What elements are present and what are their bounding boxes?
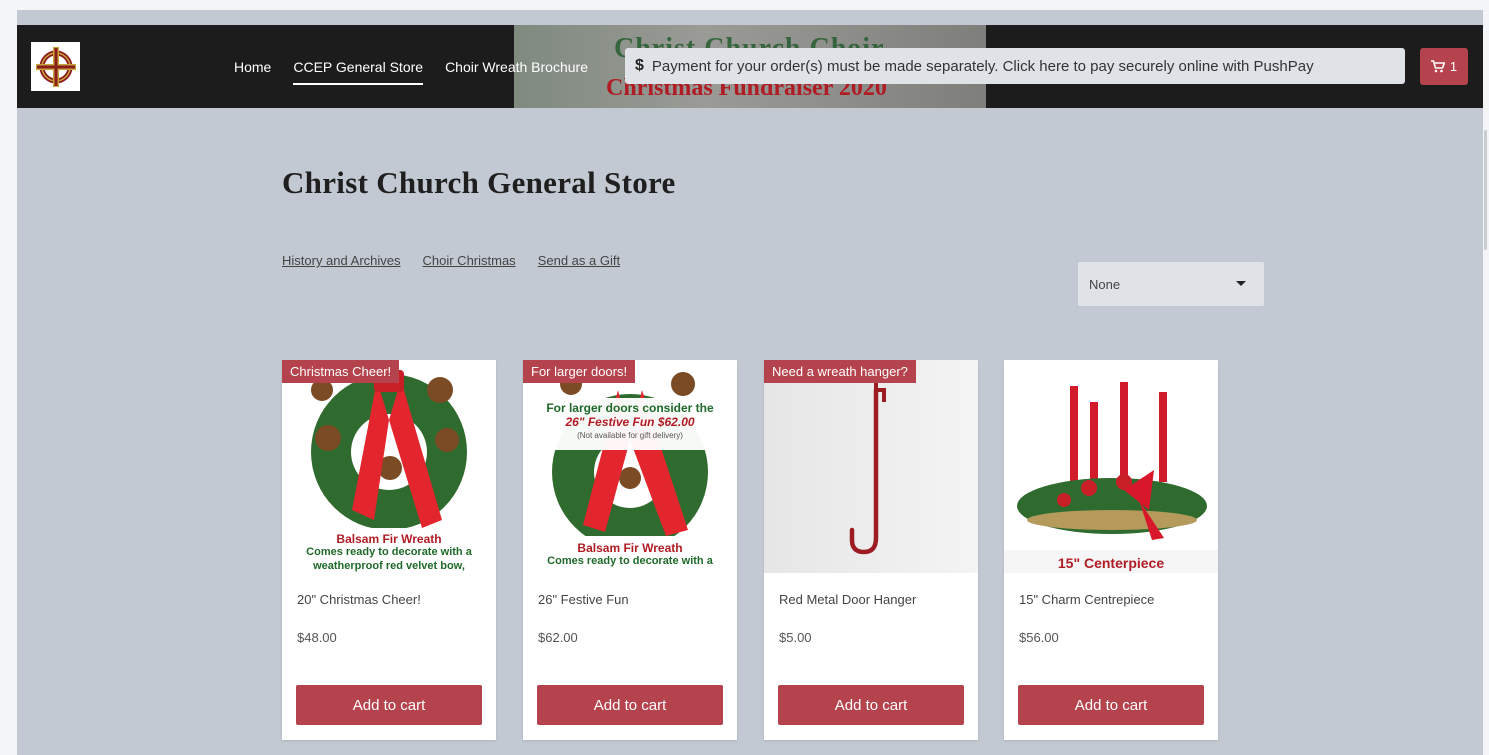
product-name[interactable]: 20" Christmas Cheer! xyxy=(297,592,421,607)
product-image-wreath[interactable]: Balsam Fir Wreath Comes ready to decorat… xyxy=(282,360,496,573)
image-caption-line: Comes ready to decorate with a xyxy=(306,546,472,558)
product-card[interactable]: 15" Centerpiece 15" Charm Centrepiece $5… xyxy=(1004,360,1218,740)
payment-notice-text: Payment for your order(s) must be made s… xyxy=(651,57,1314,75)
product-name[interactable]: 15" Charm Centrepiece xyxy=(1019,592,1154,607)
add-to-cart-button[interactable]: Add to cart xyxy=(778,685,964,725)
page-frame: Christ Church Choir Christmas Fundraiser… xyxy=(17,10,1483,755)
product-price: $62.00 xyxy=(538,630,578,645)
add-to-cart-button[interactable]: Add to cart xyxy=(1018,685,1204,725)
product-card[interactable]: Need a wreath hanger? Red Metal Door Han… xyxy=(764,360,978,740)
nav-general-store[interactable]: CCEP General Store xyxy=(293,55,423,85)
chevron-down-icon xyxy=(1236,281,1246,286)
category-links: History and Archives Choir Christmas Sen… xyxy=(282,253,620,268)
image-caption-line: Comes ready to decorate with a xyxy=(547,555,713,567)
scrollbar[interactable] xyxy=(1484,130,1487,250)
image-note-price: 26" Festive Fun $62.00 xyxy=(565,415,695,429)
add-to-cart-button[interactable]: Add to cart xyxy=(296,685,482,725)
dollar-icon: $ xyxy=(635,57,644,74)
top-border xyxy=(0,0,1489,10)
product-image-hanger[interactable] xyxy=(764,360,978,573)
sort-select[interactable]: None xyxy=(1078,262,1264,306)
image-caption-title: 15" Centerpiece xyxy=(1057,555,1165,571)
cart-button[interactable]: 1 xyxy=(1420,48,1468,85)
image-note-line: For larger doors consider the xyxy=(546,401,714,415)
main-nav: Home CCEP General Store Choir Wreath Bro… xyxy=(234,25,588,108)
payment-notice-button[interactable]: $ Payment for your order(s) must be made… xyxy=(625,48,1405,84)
category-send-as-gift[interactable]: Send as a Gift xyxy=(538,253,620,268)
product-image-wreath-large[interactable]: For larger doors consider the 26" Festiv… xyxy=(523,360,737,573)
sort-select-value: None xyxy=(1089,276,1121,292)
cart-icon xyxy=(1430,60,1445,73)
image-caption-title: Balsam Fir Wreath xyxy=(577,541,683,555)
product-price: $5.00 xyxy=(779,630,812,645)
nav-home[interactable]: Home xyxy=(234,55,271,79)
image-caption-line: weatherproof red velvet bow, xyxy=(313,560,465,572)
add-to-cart-button[interactable]: Add to cart xyxy=(537,685,723,725)
product-badge: Need a wreath hanger? xyxy=(764,360,916,383)
site-logo[interactable] xyxy=(31,42,80,91)
image-caption-title: Balsam Fir Wreath xyxy=(336,532,442,546)
category-history-archives[interactable]: History and Archives xyxy=(282,253,401,268)
door-hanger-image xyxy=(764,360,978,573)
product-name[interactable]: Red Metal Door Hanger xyxy=(779,592,916,607)
product-badge: Christmas Cheer! xyxy=(282,360,400,383)
right-border xyxy=(1483,0,1489,755)
product-price: $56.00 xyxy=(1019,630,1059,645)
cart-count: 1 xyxy=(1449,59,1458,74)
nav-choir-wreath-brochure[interactable]: Choir Wreath Brochure xyxy=(445,55,588,79)
product-name[interactable]: 26" Festive Fun xyxy=(538,592,629,607)
product-image-centerpiece[interactable]: 15" Centerpiece xyxy=(1004,360,1218,573)
navbar: Christ Church Choir Christmas Fundraiser… xyxy=(17,25,1483,108)
product-card[interactable]: For larger doors consider the 26" Festiv… xyxy=(523,360,737,740)
category-choir-christmas[interactable]: Choir Christmas xyxy=(423,253,516,268)
page-title: Christ Church General Store xyxy=(282,165,676,200)
centerpiece-image xyxy=(1004,360,1218,573)
celtic-cross-icon xyxy=(35,46,76,87)
product-price: $48.00 xyxy=(297,630,337,645)
product-badge: For larger doors! xyxy=(523,360,636,383)
left-border xyxy=(0,0,17,755)
product-card[interactable]: Balsam Fir Wreath Comes ready to decorat… xyxy=(282,360,496,740)
image-note-small: (Not available for gift delivery) xyxy=(577,431,683,440)
